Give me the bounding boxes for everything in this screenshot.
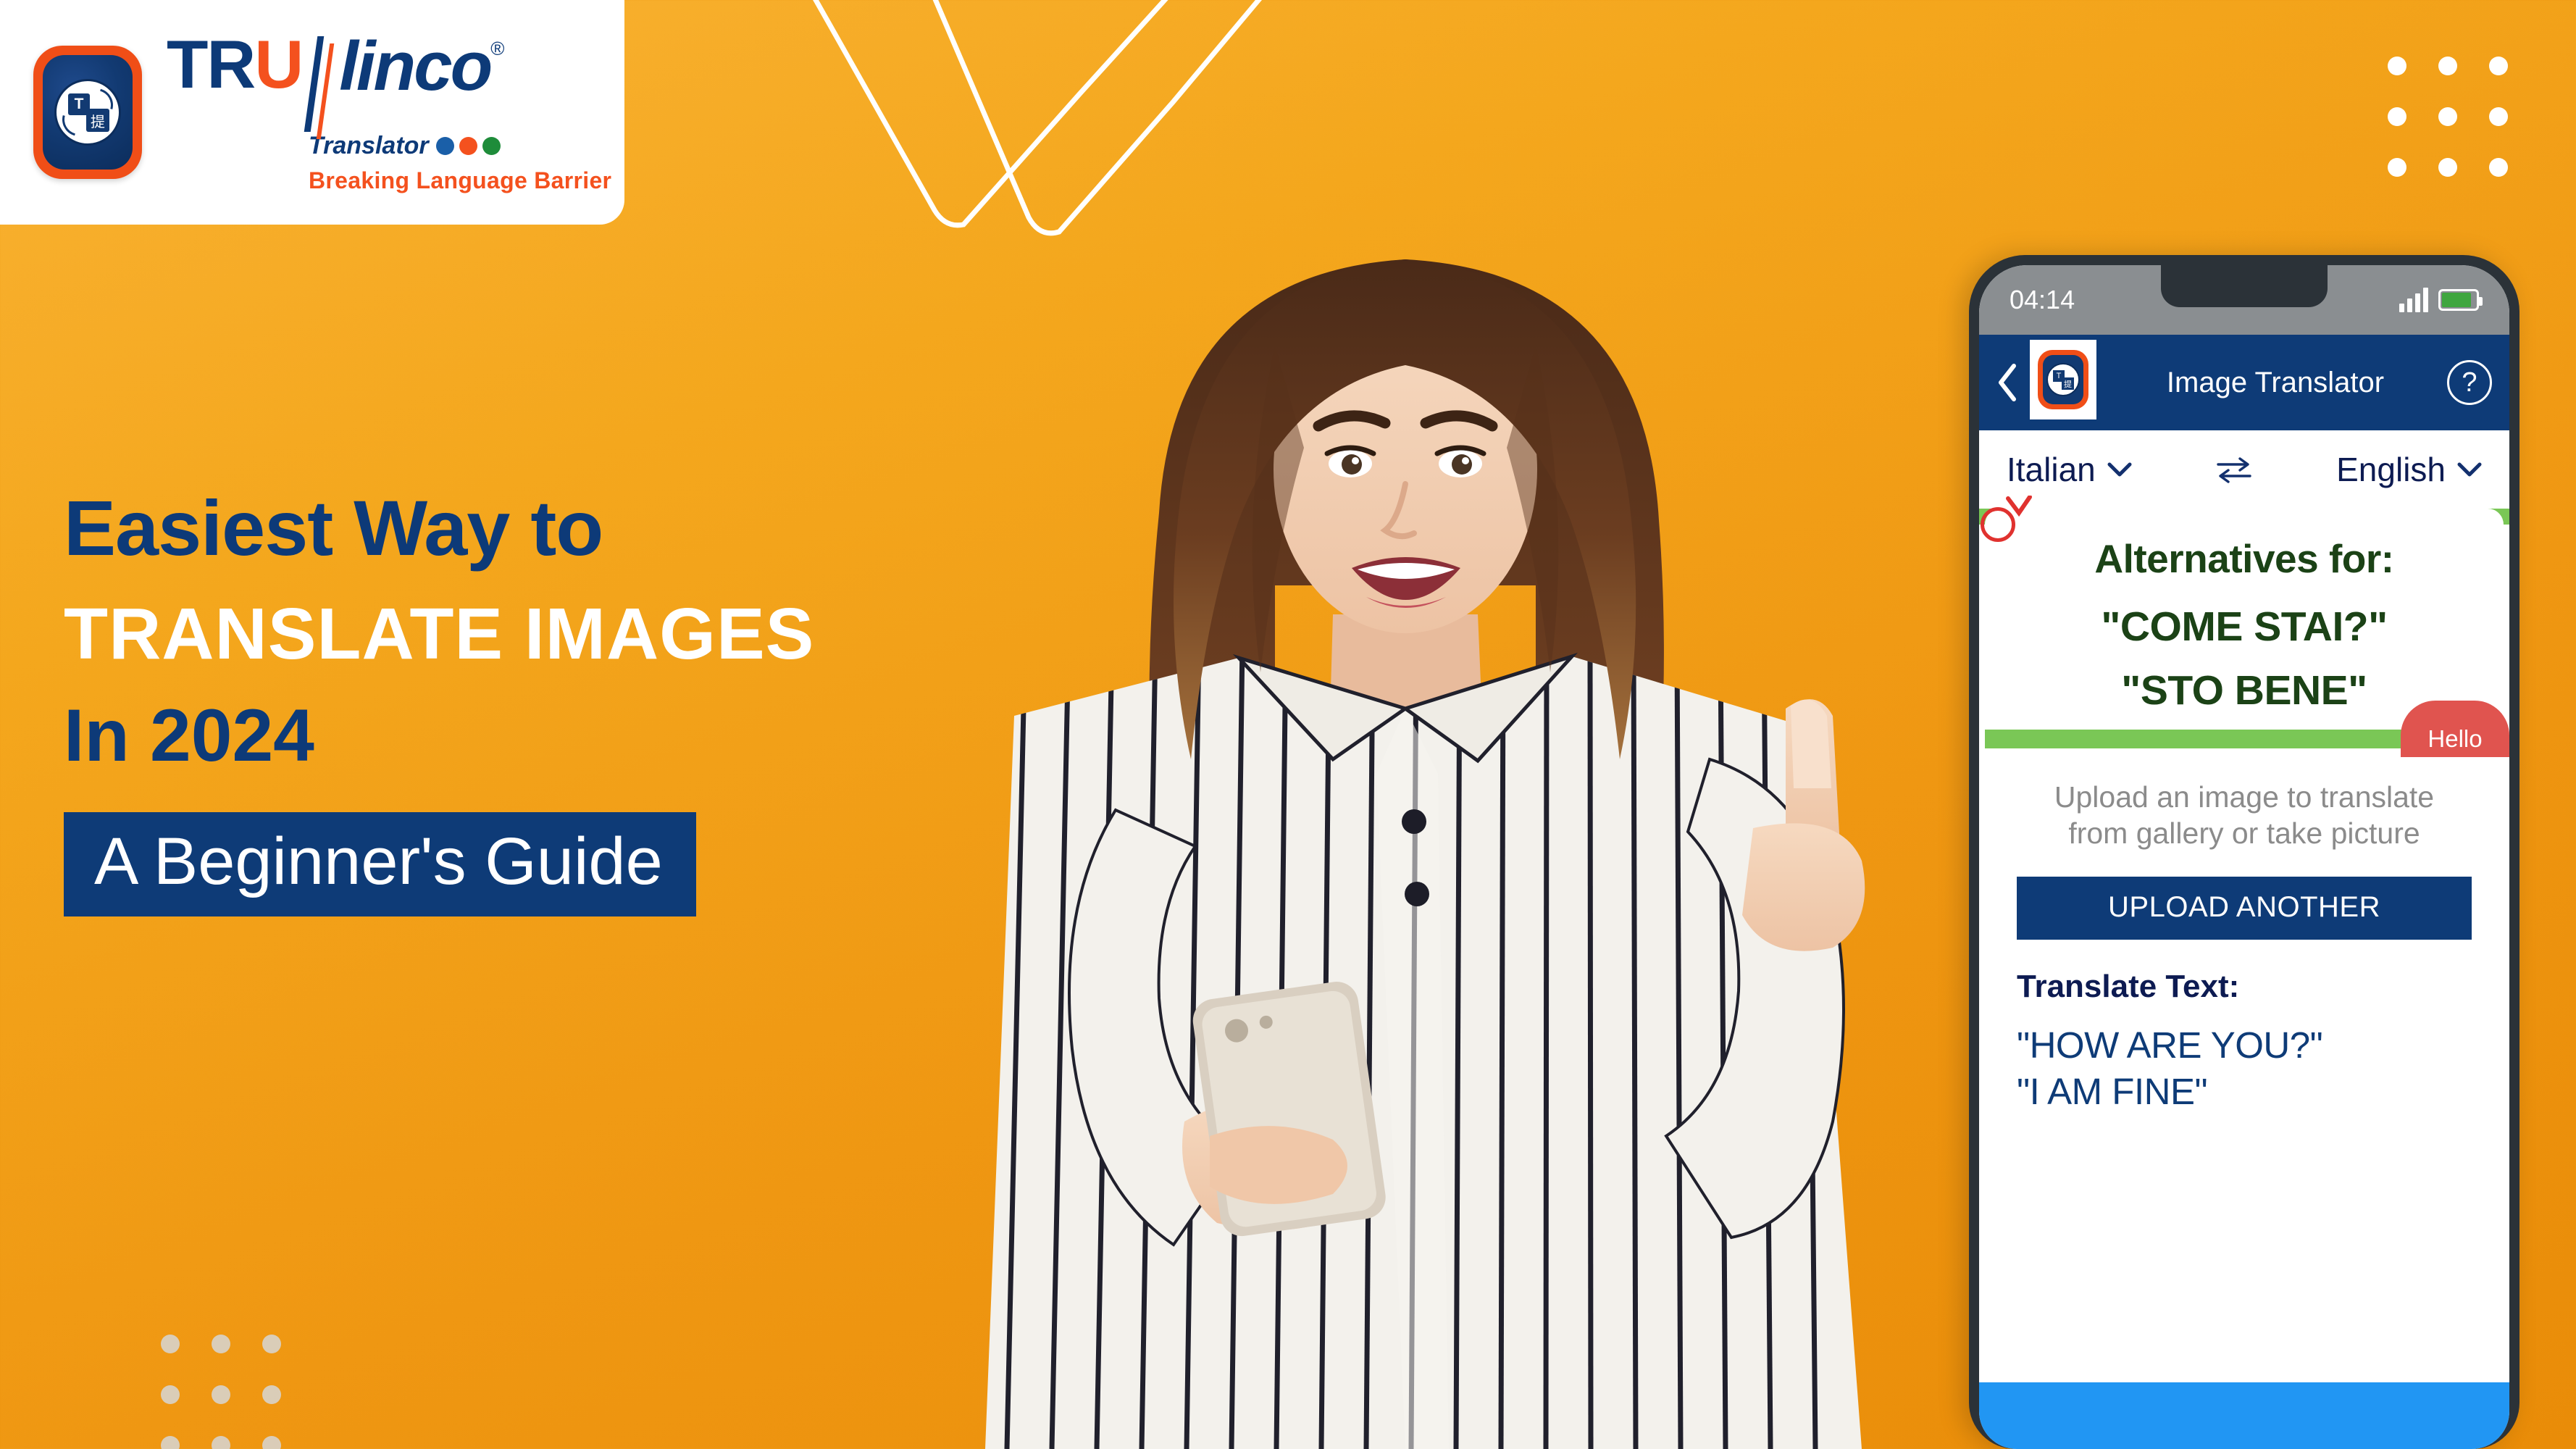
trulinco-app-icon: T 提 <box>33 46 142 179</box>
brand-mini-icons <box>435 137 501 155</box>
chat-icon <box>482 137 501 155</box>
status-bar-time: 04:14 <box>2010 285 2075 314</box>
brand-logo-plate: T 提 TRU linco ® Translator Breaking Lang… <box>0 0 624 225</box>
screen-filler <box>1979 1115 2509 1382</box>
brand-tagline: Breaking Language Barrier <box>309 167 612 193</box>
source-language-label: Italian <box>2007 451 2096 488</box>
chevron-down-icon <box>2457 462 2482 477</box>
hello-badge: Hello <box>2401 700 2509 757</box>
video-icon <box>459 137 477 155</box>
translated-line-1: "HOW ARE YOU?" <box>2017 1024 2323 1066</box>
result-phrase-1: "COME STAI?" <box>2101 604 2388 651</box>
signal-bars-icon <box>2399 288 2428 312</box>
swap-arrows-icon[interactable] <box>2215 455 2253 484</box>
camera-icon <box>435 137 454 155</box>
headline-subtitle-box: A Beginner's Guide <box>64 812 696 917</box>
brand-wordmark: TRU linco ® Translator Breaking Language… <box>167 30 611 194</box>
status-bar: 04:14 <box>1979 265 2509 335</box>
phone-mockup: 04:14 T 提 Image Translator ? Italian Eng… <box>1969 255 2519 1449</box>
brand-name-linco: linco <box>339 28 493 105</box>
result-heading: Alternatives for: <box>2094 536 2394 581</box>
upload-note-line-2: from gallery or take picture <box>2068 817 2420 851</box>
translated-line-2: "I AM FINE" <box>2017 1071 2208 1113</box>
red-check-decor-icon <box>2006 496 2032 517</box>
translation-result-card: Alternatives for: "COME STAI?" "STO BENE… <box>1981 496 2504 718</box>
translate-text-label: Translate Text: <box>2017 969 2240 1005</box>
hero-photo-woman-with-phone <box>898 209 1970 1449</box>
cjk-character-glyph: 提 <box>86 109 109 132</box>
app-bar: T 提 Image Translator ? <box>1979 335 2509 430</box>
target-language-dropdown[interactable]: English <box>2336 450 2482 489</box>
source-language-dropdown[interactable]: Italian <box>2007 450 2132 489</box>
upload-note-line-1: Upload an image to translate <box>2054 780 2435 814</box>
translated-text-block: "HOW ARE YOU?" "I AM FINE" <box>1979 1005 2509 1116</box>
battery-icon <box>2438 289 2483 311</box>
cjk-character-glyph: 提 <box>2062 377 2074 390</box>
phone-notch <box>2161 265 2328 307</box>
dot-grid-icon-top-right <box>2388 57 2508 177</box>
help-button[interactable]: ? <box>2447 360 2492 405</box>
upload-another-button[interactable]: UPLOAD ANOTHER <box>2017 877 2472 940</box>
phone-bottom-bar <box>1979 1382 2509 1449</box>
target-language-label: English <box>2336 451 2446 488</box>
back-chevron-icon[interactable] <box>1996 363 2018 402</box>
green-divider-bar <box>1985 729 2422 748</box>
language-selector-row: Italian English <box>1979 430 2509 509</box>
app-bar-logo: T 提 <box>2030 340 2096 419</box>
brand-name-tru: TRU <box>167 26 304 102</box>
phone-screen: 04:14 T 提 Image Translator ? Italian Eng… <box>1979 265 2509 1449</box>
green-divider-bottom-row: Hello <box>1979 700 2509 757</box>
brand-subword: Translator <box>309 132 429 159</box>
dot-grid-icon-bottom-left <box>161 1335 281 1449</box>
upload-instruction: Upload an image to translate from galler… <box>1979 754 2509 853</box>
chevron-down-icon <box>2107 462 2132 477</box>
app-bar-title: Image Translator <box>2166 366 2385 398</box>
registered-mark: ® <box>490 38 505 59</box>
